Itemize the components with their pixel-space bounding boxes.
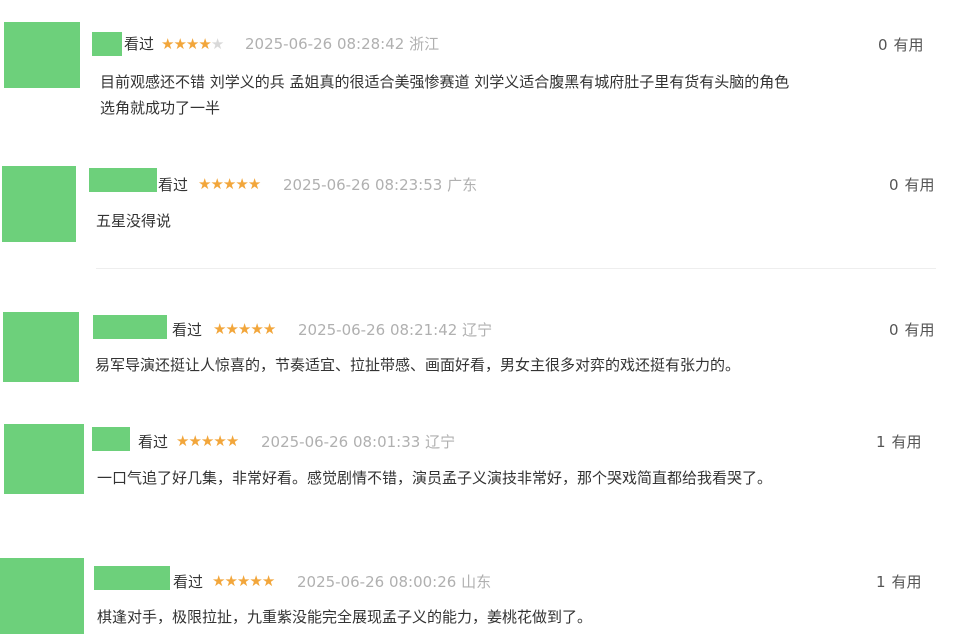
star-icon: ★ bbox=[198, 35, 211, 53]
avatar[interactable] bbox=[4, 424, 84, 494]
star-icon: ★ bbox=[213, 320, 226, 338]
comment-text: 易军导演还挺让人惊喜的，节奏适宜、拉扯带感、画面好看，男女主很多对弈的戏还挺有张… bbox=[95, 356, 741, 374]
watch-status: 看过 bbox=[173, 573, 204, 591]
avatar[interactable] bbox=[0, 558, 84, 634]
star-icon: ★ bbox=[188, 432, 201, 450]
star-icon: ★ bbox=[185, 35, 199, 53]
star-icon: ★ bbox=[262, 320, 276, 338]
comment-location: 广东 bbox=[447, 176, 478, 194]
username-redacted[interactable] bbox=[92, 427, 130, 451]
username-redacted[interactable] bbox=[92, 32, 122, 56]
star-icon: ★ bbox=[212, 572, 225, 590]
useful-label: 有用 bbox=[891, 573, 922, 591]
star-icon: ★ bbox=[225, 432, 239, 450]
star-icon: ★ bbox=[250, 320, 263, 338]
useful-vote-button[interactable]: 1 有用 bbox=[876, 572, 922, 592]
avatar[interactable] bbox=[2, 166, 76, 242]
comment-text: 五星没得说 bbox=[96, 212, 172, 230]
star-rating: ★★★★★ bbox=[198, 174, 261, 194]
star-icon: ★ bbox=[222, 175, 236, 193]
star-icon: ★ bbox=[261, 572, 275, 590]
star-icon: ★ bbox=[200, 432, 214, 450]
comment-time: 2025-06-26 08:01:33 辽宁 bbox=[261, 433, 456, 451]
useful-count: 0 bbox=[878, 36, 888, 54]
comment-text: 棋逢对手，极限拉扯，九重紫没能完全展现孟子义的能力，姜桃花做到了。 bbox=[97, 608, 593, 626]
star-icon: ★ bbox=[176, 432, 189, 450]
useful-count: 1 bbox=[876, 573, 886, 591]
watch-status: 看过 bbox=[158, 176, 189, 194]
star-icon: ★ bbox=[161, 35, 174, 53]
comment-time: 2025-06-26 08:28:42 浙江 bbox=[245, 35, 440, 53]
comment-time: 2025-06-26 08:23:53 广东 bbox=[283, 176, 478, 194]
star-icon: ★ bbox=[210, 175, 223, 193]
watch-status: 看过 bbox=[172, 321, 203, 339]
useful-label: 有用 bbox=[893, 36, 924, 54]
star-icon: ★ bbox=[224, 572, 237, 590]
comment-text: 一口气追了好几集，非常好看。感觉剧情不错，演员孟子义演技非常好，那个哭戏简直都给… bbox=[97, 469, 773, 487]
star-icon: ★ bbox=[247, 175, 261, 193]
star-icon: ★ bbox=[236, 572, 250, 590]
star-icon: ★ bbox=[249, 572, 262, 590]
star-rating: ★★★★★ bbox=[176, 431, 239, 451]
comment-location: 辽宁 bbox=[462, 321, 493, 339]
comment-location: 浙江 bbox=[409, 35, 440, 53]
comment-location: 山东 bbox=[461, 573, 492, 591]
star-icon: ★ bbox=[198, 175, 211, 193]
star-rating: ★★★★★ bbox=[212, 571, 275, 591]
star-icon: ★ bbox=[225, 320, 238, 338]
comment-text: 目前观感还不错 刘学义的兵 孟姐真的很适合美强惨赛道 刘学义适合腹黑有城府肚子里… bbox=[100, 73, 790, 117]
star-rating: ★★★★★ bbox=[161, 34, 224, 54]
username-redacted[interactable] bbox=[94, 566, 170, 590]
useful-count: 0 bbox=[889, 176, 899, 194]
useful-count: 0 bbox=[889, 321, 899, 339]
star-icon: ★ bbox=[173, 35, 186, 53]
star-icon: ★ bbox=[213, 432, 226, 450]
useful-vote-button[interactable]: 0 有用 bbox=[889, 175, 935, 195]
useful-vote-button[interactable]: 1 有用 bbox=[876, 432, 922, 452]
comment-time: 2025-06-26 08:21:42 辽宁 bbox=[298, 321, 493, 339]
useful-label: 有用 bbox=[891, 433, 922, 451]
watch-status: 看过 bbox=[138, 433, 169, 451]
comment-time: 2025-06-26 08:00:26 山东 bbox=[297, 573, 492, 591]
divider bbox=[96, 268, 936, 269]
comment-location: 辽宁 bbox=[425, 433, 456, 451]
username-redacted[interactable] bbox=[89, 168, 157, 192]
star-icon: ★ bbox=[235, 175, 248, 193]
useful-vote-button[interactable]: 0 有用 bbox=[878, 35, 924, 55]
useful-label: 有用 bbox=[904, 176, 935, 194]
watch-status: 看过 bbox=[124, 35, 155, 53]
avatar[interactable] bbox=[4, 22, 80, 88]
star-icon: ★ bbox=[237, 320, 251, 338]
useful-label: 有用 bbox=[904, 321, 935, 339]
avatar[interactable] bbox=[3, 312, 79, 382]
star-empty-icon: ★ bbox=[210, 35, 224, 53]
useful-vote-button[interactable]: 0 有用 bbox=[889, 320, 935, 340]
username-redacted[interactable] bbox=[93, 315, 167, 339]
useful-count: 1 bbox=[876, 433, 886, 451]
star-rating: ★★★★★ bbox=[213, 319, 276, 339]
